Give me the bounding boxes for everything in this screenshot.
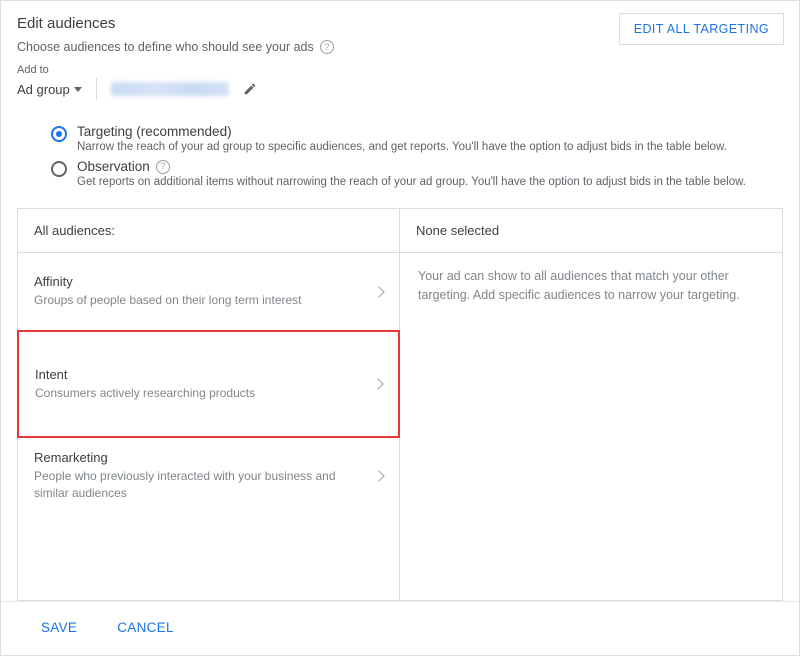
edit-all-targeting-button[interactable]: EDIT ALL TARGETING bbox=[619, 13, 784, 45]
help-icon[interactable]: ? bbox=[156, 160, 170, 174]
add-to-label: Add to bbox=[17, 64, 783, 76]
radio-button-icon bbox=[51, 161, 67, 177]
targeting-option-desc: Narrow the reach of your ad group to spe… bbox=[77, 141, 727, 153]
selected-audiences-header: None selected bbox=[400, 209, 782, 253]
cancel-button[interactable]: CANCEL bbox=[117, 620, 174, 635]
audience-category-title: Intent bbox=[35, 366, 255, 385]
page-subtitle: Choose audiences to define who should se… bbox=[17, 40, 314, 54]
audience-category-desc: Consumers actively researching products bbox=[35, 385, 255, 402]
audience-category-desc: Groups of people based on their long ter… bbox=[34, 292, 302, 309]
chevron-right-icon bbox=[372, 378, 383, 389]
audience-category-title: Remarketing bbox=[34, 449, 365, 468]
adgroup-name-blurred bbox=[111, 82, 229, 96]
targeting-option-title: Targeting (recommended) bbox=[77, 124, 232, 139]
audience-category-desc: People who previously interacted with yo… bbox=[34, 468, 365, 503]
selected-audiences-note: Your ad can show to all audiences that m… bbox=[400, 253, 782, 319]
targeting-option-desc: Get reports on additional items without … bbox=[77, 176, 746, 188]
caret-down-icon bbox=[74, 87, 82, 92]
vertical-separator bbox=[96, 78, 97, 100]
chevron-right-icon bbox=[373, 470, 384, 481]
audience-category-title: Affinity bbox=[34, 273, 302, 292]
radio-button-icon bbox=[51, 126, 67, 142]
save-button[interactable]: SAVE bbox=[41, 620, 77, 635]
all-audiences-header: All audiences: bbox=[18, 209, 399, 253]
targeting-radio-observation[interactable]: Observation ? Get reports on additional … bbox=[51, 159, 783, 188]
selected-audiences-panel: None selected Your ad can show to all au… bbox=[400, 209, 782, 600]
all-audiences-panel: All audiences: Affinity Groups of people… bbox=[18, 209, 400, 600]
edit-icon[interactable] bbox=[243, 82, 257, 96]
targeting-option-title: Observation ? bbox=[77, 159, 170, 174]
targeting-radio-recommended[interactable]: Targeting (recommended) Narrow the reach… bbox=[51, 124, 783, 153]
audience-category-affinity[interactable]: Affinity Groups of people based on their… bbox=[18, 253, 399, 331]
audience-category-remarketing[interactable]: Remarketing People who previously intera… bbox=[18, 437, 399, 515]
audience-category-intent[interactable]: Intent Consumers actively researching pr… bbox=[17, 330, 400, 438]
audiences-panel: All audiences: Affinity Groups of people… bbox=[17, 208, 783, 601]
help-icon[interactable]: ? bbox=[320, 40, 334, 54]
add-to-value: Ad group bbox=[17, 82, 70, 97]
add-to-dropdown[interactable]: Ad group bbox=[17, 82, 82, 97]
chevron-right-icon bbox=[373, 286, 384, 297]
list-filler bbox=[18, 515, 399, 600]
